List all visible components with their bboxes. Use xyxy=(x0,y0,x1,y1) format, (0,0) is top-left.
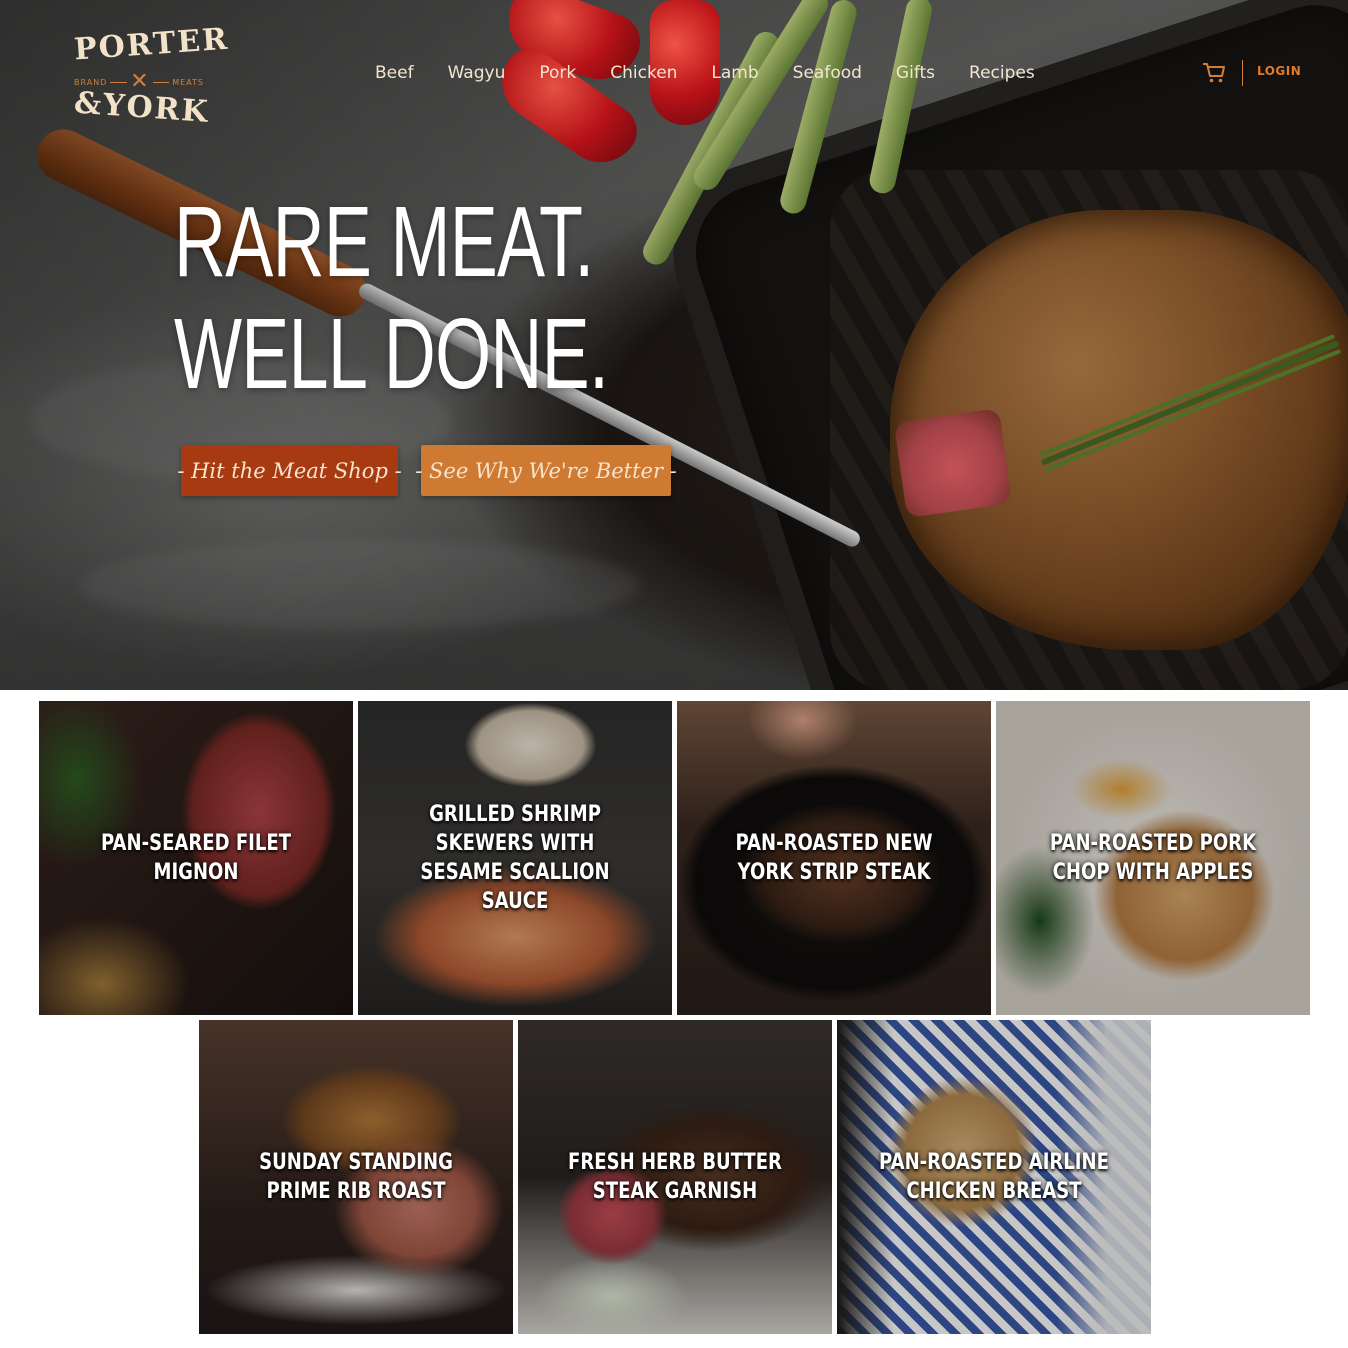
recipe-title: PAN-ROASTED AIRLINE CHICKEN BREAST xyxy=(879,1150,1109,1204)
nav-item-recipes[interactable]: Recipes xyxy=(969,60,1035,86)
recipe-title: SUNDAY STANDING PRIME RIB ROAST xyxy=(259,1150,453,1204)
hero-banner: PORTER BRAND ✕ MEATS &YORK Beef Wagyu Po… xyxy=(0,0,1348,690)
recipe-title: PAN-ROASTED PORK CHOP WITH APPLES xyxy=(1049,831,1257,885)
login-link[interactable]: LOGIN xyxy=(1257,64,1301,78)
nav-item-beef[interactable]: Beef xyxy=(375,60,414,86)
recipe-tile[interactable]: SUNDAY STANDING PRIME RIB ROAST xyxy=(199,1020,513,1334)
nav-item-gifts[interactable]: Gifts xyxy=(896,60,935,86)
recipe-tile[interactable]: PAN-ROASTED NEW YORK STRIP STEAK xyxy=(677,701,991,1015)
recipe-tile[interactable]: PAN-ROASTED AIRLINE CHICKEN BREAST xyxy=(837,1020,1151,1334)
main-nav: Beef Wagyu Pork Chicken Lamb Seafood Gif… xyxy=(375,60,1069,86)
cart-icon[interactable] xyxy=(1202,62,1226,84)
cart-icon-graphic xyxy=(1203,63,1225,83)
headline-line-1: RARE MEAT. xyxy=(174,186,594,298)
logo-text-bottom: &YORK xyxy=(72,85,211,130)
recipe-title: PAN-SEARED FILET MIGNON xyxy=(100,831,292,885)
why-better-button[interactable]: - See Why We're Better - xyxy=(415,445,677,496)
nav-item-pork[interactable]: Pork xyxy=(539,60,576,86)
recipe-title: FRESH HERB BUTTER STEAK GARNISH xyxy=(568,1150,782,1204)
headline-line-2: WELL DONE. xyxy=(174,298,609,410)
meat-shop-button[interactable]: - Hit the Meat Shop - xyxy=(177,445,402,496)
recipe-tile[interactable]: PAN-ROASTED PORK CHOP WITH APPLES xyxy=(996,701,1310,1015)
recipe-title: PAN-ROASTED NEW YORK STRIP STEAK xyxy=(735,831,933,885)
nav-item-wagyu[interactable]: Wagyu xyxy=(448,60,506,86)
nav-item-seafood[interactable]: Seafood xyxy=(793,60,862,86)
nav-item-chicken[interactable]: Chicken xyxy=(610,60,677,86)
recipe-title: GRILLED SHRIMP SKEWERS WITH SESAME SCALL… xyxy=(420,802,610,914)
recipe-tile[interactable]: GRILLED SHRIMP SKEWERS WITH SESAME SCALL… xyxy=(358,701,672,1015)
hero-headline: RARE MEAT. WELL DONE. xyxy=(174,186,777,410)
recipe-tile[interactable]: PAN-SEARED FILET MIGNON xyxy=(39,701,353,1015)
header-divider xyxy=(1242,60,1243,86)
logo-text-right: MEATS xyxy=(172,77,204,87)
recipe-tile[interactable]: FRESH HERB BUTTER STEAK GARNISH xyxy=(518,1020,832,1334)
logo-text-top: PORTER xyxy=(72,21,231,68)
nav-item-lamb[interactable]: Lamb xyxy=(711,60,758,86)
logo[interactable]: PORTER BRAND ✕ MEATS &YORK xyxy=(72,22,230,136)
